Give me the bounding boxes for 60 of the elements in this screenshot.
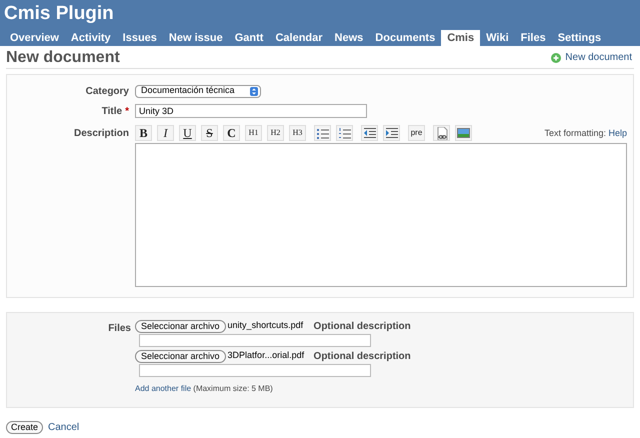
- toolbar-button[interactable]: U: [179, 125, 196, 141]
- toolbar-button[interactable]: [314, 125, 331, 141]
- max-size-note: (Maximum size: 5 MB): [193, 384, 273, 393]
- numbered-list-icon: [338, 128, 350, 138]
- toolbar-button[interactable]: [383, 125, 400, 141]
- description-field[interactable]: [135, 143, 627, 287]
- optional-description-label: Optional description: [314, 350, 411, 364]
- nav-tab[interactable]: Calendar: [269, 30, 329, 46]
- field-label: Category: [84, 84, 130, 98]
- toolbar-button[interactable]: H1: [245, 125, 262, 141]
- field-label: Description: [72, 127, 130, 141]
- nav-tab[interactable]: New issue: [162, 30, 229, 46]
- choose-file-button[interactable]: Seleccionar archivo: [135, 320, 226, 332]
- help-link[interactable]: Help: [608, 128, 627, 138]
- field-label: Title: [102, 104, 122, 118]
- toolbar-button[interactable]: pre: [408, 125, 425, 141]
- text-formatting-label: Text formatting:: [544, 128, 606, 138]
- nav-tab[interactable]: Issues: [116, 30, 163, 46]
- choose-file-button[interactable]: Seleccionar archivo: [135, 350, 226, 362]
- file-name: 3DPlatfor...orial.pdf: [228, 349, 306, 362]
- add-file-link[interactable]: Add another file: [135, 384, 192, 393]
- toolbar-button[interactable]: I: [157, 125, 174, 141]
- outdent-icon: [364, 128, 376, 138]
- project-title: Cmis Plugin: [3, 2, 115, 26]
- toolbar-button[interactable]: H3: [289, 125, 306, 141]
- cancel-link[interactable]: Cancel: [48, 420, 80, 435]
- page-title: New document: [6, 48, 120, 68]
- toolbar-button[interactable]: [455, 125, 472, 141]
- nav-tab[interactable]: Files: [514, 30, 552, 46]
- create-button[interactable]: Create: [6, 421, 44, 434]
- bullet-list-icon: [316, 128, 328, 138]
- add-icon: [551, 52, 562, 62]
- toolbar-button[interactable]: S: [201, 125, 218, 141]
- required-mark: *: [125, 104, 129, 118]
- optional-description-label: Optional description: [314, 320, 411, 334]
- nav-tab[interactable]: Gantt: [228, 30, 270, 46]
- category-select[interactable]: Documentación técnica: [135, 84, 261, 98]
- indent-icon: [386, 128, 398, 138]
- description-input[interactable]: [139, 334, 371, 347]
- file-name: unity_shortcuts.pdf: [228, 319, 304, 332]
- nav-tab[interactable]: Documents: [369, 30, 442, 46]
- select-arrows-icon: [250, 86, 258, 96]
- toolbar-button[interactable]: H2: [267, 125, 284, 141]
- title-field[interactable]: Unity 3D: [135, 104, 367, 118]
- toolbar-button[interactable]: C: [223, 125, 240, 141]
- nav-tab[interactable]: Settings: [552, 30, 608, 46]
- toolbar-button[interactable]: [336, 125, 353, 141]
- description-input[interactable]: [139, 364, 371, 377]
- nav-tab[interactable]: Activity: [64, 30, 117, 46]
- toolbar-button[interactable]: [361, 125, 378, 141]
- nav-tab[interactable]: Wiki: [480, 30, 515, 46]
- nav-tab[interactable]: Overview: [4, 30, 65, 46]
- field-label: Files: [107, 322, 132, 336]
- toolbar-button[interactable]: B: [135, 125, 152, 141]
- nav-tab[interactable]: News: [328, 30, 370, 46]
- link-icon: [436, 126, 448, 140]
- nav-tab[interactable]: Cmis: [441, 30, 480, 46]
- new-document-link[interactable]: New document: [551, 50, 632, 65]
- toolbar-button[interactable]: [433, 125, 450, 141]
- image-icon: [457, 128, 470, 138]
